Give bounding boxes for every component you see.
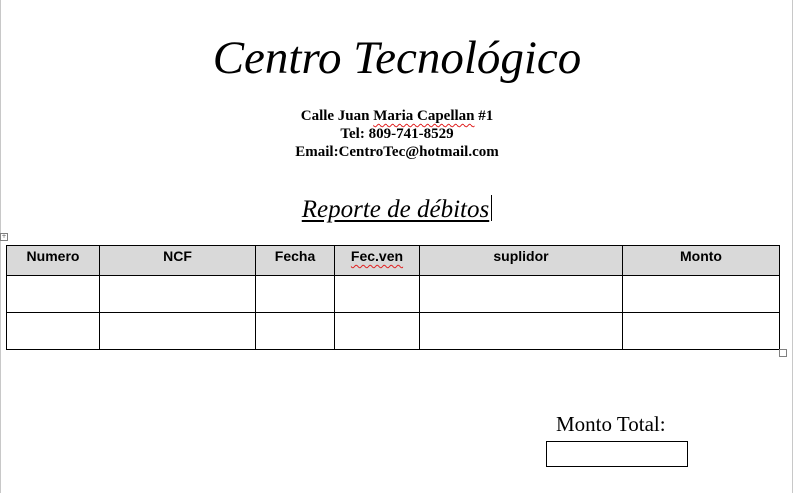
address-phone[interactable]: Tel: 809-741-8529 bbox=[0, 125, 794, 143]
table-cell[interactable] bbox=[419, 312, 623, 350]
header-fec-ven[interactable]: Fec.ven bbox=[334, 245, 420, 276]
address-street-suffix: #1 bbox=[474, 108, 494, 124]
table-cell[interactable] bbox=[255, 275, 335, 313]
report-title[interactable]: Reporte de débitos bbox=[0, 194, 794, 226]
total-amount-box[interactable] bbox=[546, 441, 688, 467]
table-resize-handle[interactable] bbox=[779, 349, 787, 357]
address-street[interactable]: Calle Juan Maria Capellan #1 bbox=[0, 107, 794, 125]
table-row bbox=[6, 275, 780, 313]
table-cell[interactable] bbox=[419, 275, 623, 313]
header-fecha[interactable]: Fecha bbox=[255, 245, 335, 276]
address-street-prefix: Calle Juan bbox=[300, 108, 374, 124]
header-fec-ven-label: Fec.ven bbox=[350, 248, 404, 264]
debits-table[interactable]: Numero NCF Fecha Fec.ven suplidor Monto bbox=[6, 245, 780, 350]
table-row bbox=[6, 312, 780, 350]
table-cell[interactable] bbox=[6, 312, 100, 350]
table-move-handle-icon[interactable]: + bbox=[0, 233, 8, 241]
header-numero[interactable]: Numero bbox=[6, 245, 100, 276]
table-cell[interactable] bbox=[6, 275, 100, 313]
header-monto[interactable]: Monto bbox=[622, 245, 780, 276]
address-street-flagged: Maria Capellan bbox=[373, 108, 475, 124]
table-cell[interactable] bbox=[622, 275, 780, 313]
total-label: Monto Total: bbox=[556, 412, 666, 436]
report-title-text: Reporte de débitos bbox=[301, 196, 490, 223]
text-cursor bbox=[491, 195, 493, 221]
table-cell[interactable] bbox=[255, 312, 335, 350]
header-suplidor[interactable]: suplidor bbox=[419, 245, 623, 276]
table-cell[interactable] bbox=[334, 275, 420, 313]
address-email[interactable]: Email:CentroTec@hotmail.com bbox=[0, 143, 794, 161]
table-cell[interactable] bbox=[622, 312, 780, 350]
header-ncf[interactable]: NCF bbox=[99, 245, 256, 276]
document-title[interactable]: Centro Tecnológico bbox=[0, 30, 794, 86]
table-cell[interactable] bbox=[99, 275, 256, 313]
table-header-row: Numero NCF Fecha Fec.ven suplidor Monto bbox=[6, 245, 780, 276]
table-cell[interactable] bbox=[334, 312, 420, 350]
table-cell[interactable] bbox=[99, 312, 256, 350]
